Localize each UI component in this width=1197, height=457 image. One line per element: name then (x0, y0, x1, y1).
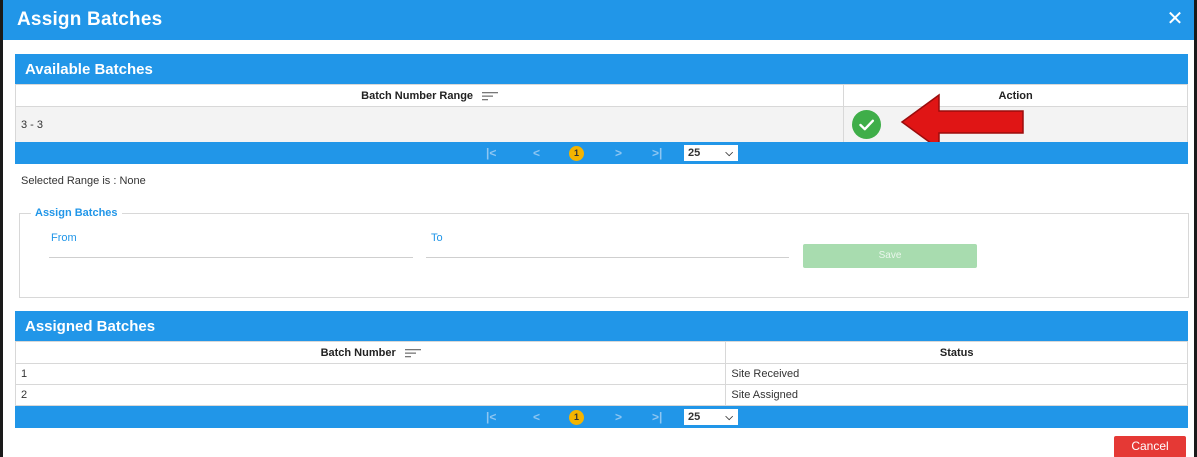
assigned-batches-table: Batch Number Status 1 Site Received 2 Si… (14, 341, 1188, 406)
previous-page-button[interactable]: < (533, 410, 540, 424)
page-size-select[interactable]: 25 ⌵ (684, 409, 738, 425)
to-label: To (431, 232, 443, 244)
column-header-batch-number-range[interactable]: Batch Number Range (14, 84, 845, 107)
assign-batches-legend: Assign Batches (31, 207, 122, 219)
from-label: From (51, 232, 77, 244)
batch-range-cell: 3 - 3 (14, 106, 845, 143)
first-page-button[interactable]: |< (486, 146, 496, 160)
assigned-batches-title: Assigned Batches (25, 318, 156, 335)
current-page-badge[interactable]: 1 (569, 410, 584, 425)
assigned-batches-pager: |< < 1 > >| 25 ⌵ (15, 406, 1188, 428)
available-batches-header: Available Batches (15, 54, 1188, 84)
column-header-label: Batch Number (320, 346, 396, 359)
chevron-down-icon: ⌵ (725, 148, 733, 159)
column-header-status: Status (725, 341, 1188, 364)
assign-batches-fieldset (19, 213, 1189, 298)
column-header-label: Batch Number Range (361, 89, 474, 102)
current-page-badge[interactable]: 1 (569, 146, 584, 161)
table-row[interactable]: 1 Site Received (14, 363, 1188, 385)
page-size-value: 25 (688, 147, 701, 159)
last-page-button[interactable]: >| (652, 410, 662, 424)
check-icon (859, 119, 874, 131)
dialog-title: Assign Batches (17, 9, 163, 30)
dialog-titlebar: Assign Batches ✕ (3, 0, 1194, 40)
next-page-button[interactable]: > (615, 146, 622, 160)
batch-number-cell: 1 (14, 363, 727, 385)
save-button[interactable]: Save (803, 244, 977, 268)
first-page-button[interactable]: |< (486, 410, 496, 424)
table-row[interactable]: 2 Site Assigned (14, 384, 1188, 406)
available-batches-title: Available Batches (25, 61, 153, 78)
last-page-button[interactable]: >| (652, 146, 662, 160)
cancel-button[interactable]: Cancel (1114, 436, 1186, 457)
from-input[interactable] (49, 257, 413, 258)
sort-icon[interactable] (482, 91, 499, 101)
sort-icon[interactable] (404, 348, 421, 358)
status-cell: Site Received (725, 363, 1188, 385)
table-header-row: Batch Number Status (14, 341, 1188, 364)
assign-batches-dialog: Assign Batches ✕ Available Batches Batch… (0, 0, 1197, 457)
page-size-value: 25 (688, 411, 701, 423)
chevron-down-icon: ⌵ (725, 412, 733, 423)
to-input[interactable] (426, 257, 789, 258)
close-icon[interactable]: ✕ (1164, 8, 1186, 30)
batch-number-cell: 2 (14, 384, 727, 406)
select-batch-button[interactable] (852, 110, 881, 139)
next-page-button[interactable]: > (615, 410, 622, 424)
column-header-batch-number[interactable]: Batch Number (14, 341, 727, 364)
assigned-batches-header: Assigned Batches (15, 311, 1188, 341)
page-size-select[interactable]: 25 ⌵ (684, 145, 738, 161)
status-cell: Site Assigned (725, 384, 1188, 406)
available-batches-pager: |< < 1 > >| 25 ⌵ (15, 142, 1188, 164)
previous-page-button[interactable]: < (533, 146, 540, 160)
selected-range-text: Selected Range is : None (21, 175, 146, 187)
